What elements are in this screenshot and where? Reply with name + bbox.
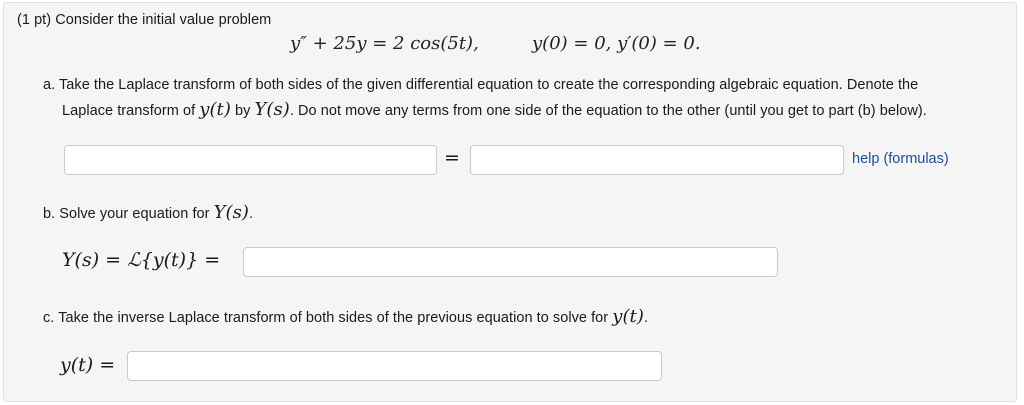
y-of-t-input[interactable] <box>127 351 662 381</box>
help-formulas-link[interactable]: help (formulas) <box>852 151 949 167</box>
laplace-right-input[interactable] <box>470 145 844 175</box>
part-b-prompt: b. Solve your equation for Y(s). <box>43 202 253 223</box>
part-a-text-pre: Laplace transform of <box>62 103 200 119</box>
part-c-prompt: c. Take the inverse Laplace transform of… <box>43 306 648 327</box>
laplace-left-input[interactable] <box>64 145 437 175</box>
part-c-label: y(t) = <box>60 354 116 376</box>
part-b-text-pre: b. Solve your equation for <box>43 206 214 222</box>
part-c-var: y(t) <box>612 306 644 327</box>
problem-intro: (1 pt) Consider the initial value proble… <box>17 12 272 28</box>
part-a-var-y: y(t) <box>199 99 231 120</box>
equals-sign: = <box>444 147 460 169</box>
part-b-label: Y(s) = ℒ{y(t)} = <box>62 249 221 271</box>
part-b-var: Y(s) <box>213 202 249 223</box>
initial-conditions: y(0) = 0, y′(0) = 0. <box>532 33 701 54</box>
part-a-var-Y: Y(s) <box>254 99 290 120</box>
part-a-text-mid: by <box>230 103 255 119</box>
part-a-prompt-line2: Laplace transform of y(t) by Y(s). Do no… <box>62 99 927 120</box>
differential-equation: y″ + 25y = 2 cos(5t), <box>290 33 479 54</box>
part-a-text-post: . Do not move any terms from one side of… <box>289 103 927 119</box>
part-c-text-post: . <box>643 310 648 326</box>
part-c-text-pre: c. Take the inverse Laplace transform of… <box>43 310 613 326</box>
part-b-text-post: . <box>249 206 254 222</box>
part-a-prompt-line1: a. Take the Laplace transform of both si… <box>43 77 919 93</box>
Y-of-s-input[interactable] <box>243 247 778 277</box>
